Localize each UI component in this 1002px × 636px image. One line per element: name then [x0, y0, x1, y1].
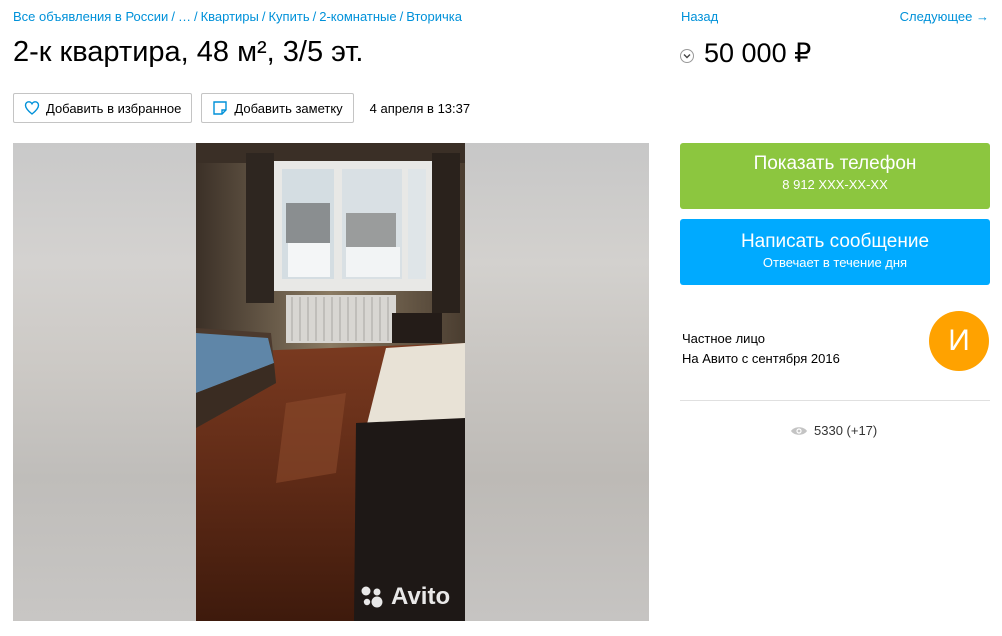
page-title: 2-к квартира, 48 м², 3/5 эт.	[13, 36, 364, 68]
heart-icon	[24, 101, 40, 115]
price: 50 000 ₽	[704, 38, 812, 68]
seller-type: Частное лицо	[682, 331, 765, 346]
apartment-photo[interactable]	[196, 143, 465, 621]
price-block: 50 000 ₽	[680, 38, 811, 69]
show-phone-button[interactable]: Показать телефон 8 912 XXX-XX-XX	[680, 143, 990, 209]
back-link[interactable]: Назад	[681, 9, 718, 24]
add-note-label: Добавить заметку	[234, 100, 343, 116]
phone-number-masked: 8 912 XXX-XX-XX	[782, 177, 888, 192]
breadcrumb-secondary[interactable]: Вторичка	[406, 9, 462, 24]
views-count: 5330 (+17)	[814, 423, 878, 438]
avatar[interactable]: И	[929, 311, 989, 371]
avito-watermark: Avito	[359, 583, 450, 611]
breadcrumb-apartments[interactable]: Квартиры	[201, 9, 259, 24]
breadcrumb-separator: /	[171, 9, 175, 24]
watermark-text: Avito	[391, 583, 451, 610]
breadcrumb-separator: /	[193, 9, 198, 24]
gallery-blur-right	[465, 143, 649, 621]
photo-gallery[interactable]: Avito	[13, 143, 649, 621]
breadcrumb-all-russia[interactable]: Все объявления в России	[13, 9, 168, 24]
breadcrumb-ellipsis[interactable]: …	[178, 9, 191, 24]
listing-actions: Добавить в избранное Добавить заметку 4 …	[13, 93, 470, 123]
next-link[interactable]: Следующее →	[900, 9, 989, 24]
listing-date: 4 апреля в 13:37	[369, 100, 471, 116]
write-message-button[interactable]: Написать сообщение Отвечает в течение дн…	[680, 219, 990, 285]
divider	[680, 400, 990, 401]
add-note-button[interactable]: Добавить заметку	[201, 93, 354, 123]
add-favorite-label: Добавить в избранное	[46, 100, 182, 116]
breadcrumb-separator: /	[312, 9, 317, 24]
show-phone-label: Показать телефон	[753, 153, 917, 174]
seller-since: На Авито с сентября 2016	[682, 351, 840, 366]
avito-logo-icon	[361, 586, 383, 608]
breadcrumb: Все объявления в России /… / Квартиры / Купит…	[13, 9, 462, 24]
breadcrumb-buy[interactable]: Купить	[268, 9, 309, 24]
breadcrumb-two-room[interactable]: 2-комнатные	[319, 9, 396, 24]
breadcrumb-separator: /	[399, 9, 404, 24]
note-icon	[213, 101, 228, 115]
response-time: Отвечает в течение дня	[762, 255, 908, 270]
eye-icon	[791, 426, 807, 435]
write-message-label: Написать сообщение	[740, 231, 930, 252]
add-favorite-button[interactable]: Добавить в избранное	[13, 93, 193, 123]
gallery-blur-left	[13, 143, 196, 621]
breadcrumb-separator: /	[261, 9, 266, 24]
chevron-down-icon[interactable]	[680, 48, 694, 63]
view-counter: 5330 (+17)	[790, 423, 877, 438]
